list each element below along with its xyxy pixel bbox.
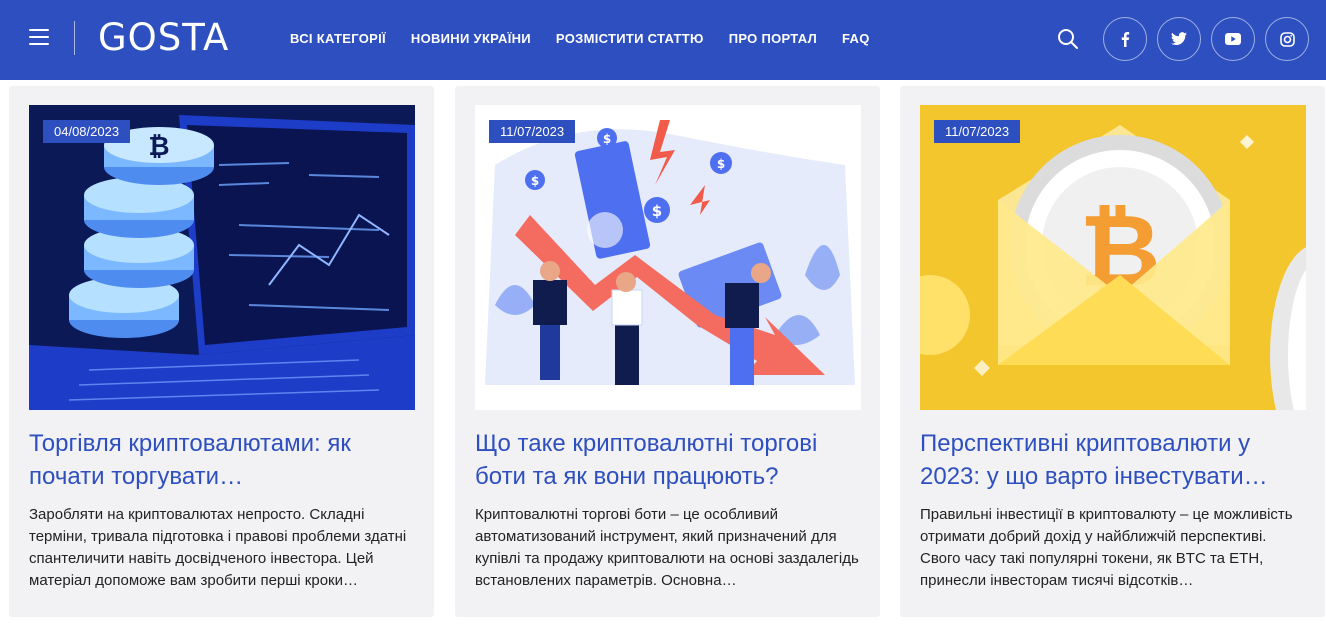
twitter-icon[interactable]	[1157, 17, 1201, 61]
article-title[interactable]: Що таке криптовалютні торгові боти та як…	[475, 427, 870, 493]
article-excerpt: Правильні інвестиції в криптовалюту – це…	[920, 506, 1293, 589]
article-title[interactable]: Перспективні криптовалюти у 2023: у що в…	[920, 427, 1315, 493]
nav-about[interactable]: ПРО ПОРТАЛ	[729, 31, 817, 46]
article-image[interactable]: $ $ $ $ 11/07/2023	[475, 105, 861, 410]
article-card[interactable]: ₿ 11/07/2023 Перспективні криптовалюти у…	[900, 86, 1325, 617]
nav-faq[interactable]: FAQ	[842, 31, 870, 46]
svg-text:$: $	[531, 174, 539, 188]
svg-text:$: $	[717, 157, 725, 171]
menu-icon[interactable]	[29, 29, 49, 47]
search-icon[interactable]	[1057, 28, 1079, 50]
header-divider	[74, 21, 75, 55]
article-card[interactable]: ₿ 04/08/2023 Торгівля криптовалютами: як…	[9, 86, 434, 617]
instagram-icon[interactable]	[1265, 17, 1309, 61]
svg-text:₿: ₿	[148, 132, 169, 162]
article-date: 11/07/2023	[934, 120, 1021, 143]
nav-ukraine-news[interactable]: НОВИНИ УКРАЇНИ	[411, 31, 531, 46]
article-excerpt: Криптовалютні торгові боти – це особливи…	[475, 506, 859, 589]
article-date: 04/08/2023	[43, 120, 131, 143]
nav-post-article[interactable]: РОЗМІСТИТИ СТАТТЮ	[556, 31, 704, 46]
article-date: 11/07/2023	[489, 120, 576, 143]
main-nav: ВСІ КАТЕГОРІЇ НОВИНИ УКРАЇНИ РОЗМІСТИТИ …	[290, 31, 895, 46]
svg-text:$: $	[652, 202, 662, 220]
youtube-icon[interactable]	[1211, 17, 1255, 61]
svg-text:$: $	[603, 132, 611, 146]
article-title[interactable]: Торгівля криптовалютами: як почати торгу…	[29, 427, 424, 493]
site-header: GOSTA ВСІ КАТЕГОРІЇ НОВИНИ УКРАЇНИ РОЗМІ…	[0, 0, 1326, 80]
facebook-icon[interactable]	[1103, 17, 1147, 61]
nav-all-categories[interactable]: ВСІ КАТЕГОРІЇ	[290, 31, 386, 46]
article-image[interactable]: ₿ 04/08/2023	[29, 105, 415, 410]
article-image[interactable]: ₿ 11/07/2023	[920, 105, 1306, 410]
article-excerpt: Заробляти на криптовалютах непросто. Скл…	[29, 506, 407, 589]
site-logo[interactable]: GOSTA	[98, 16, 229, 59]
article-card[interactable]: $ $ $ $ 11/07/2023 Що таке криптовалютні то…	[455, 86, 880, 617]
